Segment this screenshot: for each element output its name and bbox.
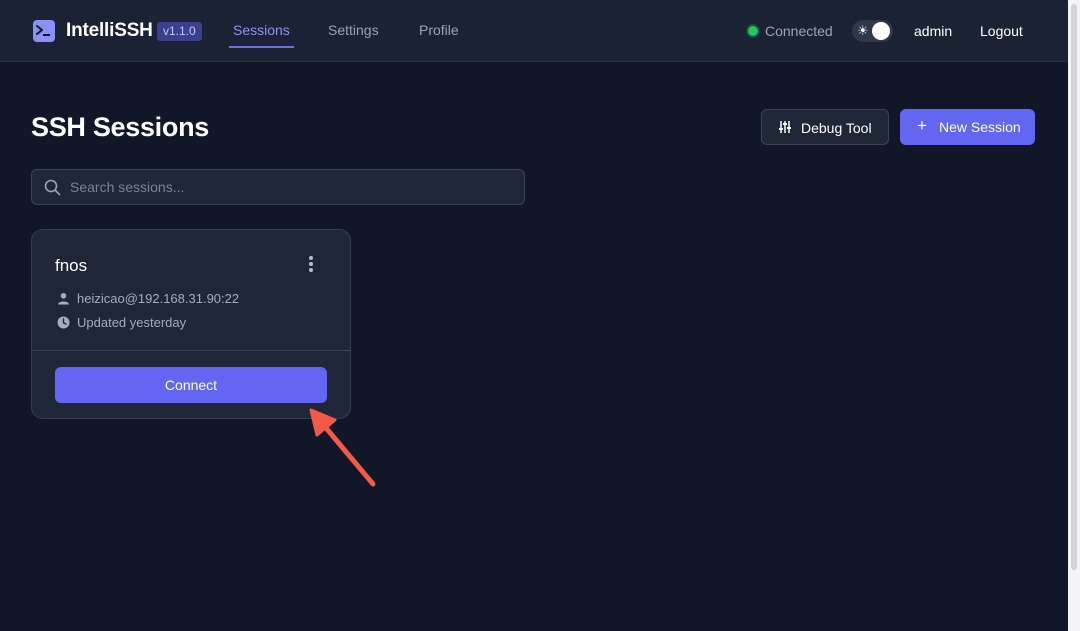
scrollbar-thumb[interactable]	[1071, 4, 1077, 570]
clock-icon	[57, 316, 70, 332]
app-window: IntelliSSH v1.1.0 Sessions Settings Prof…	[0, 0, 1068, 631]
terminal-icon	[33, 20, 55, 42]
card-divider	[32, 350, 350, 351]
page-title: SSH Sessions	[31, 112, 209, 142]
new-session-button[interactable]: + New Session	[900, 109, 1035, 145]
search-box[interactable]	[31, 169, 525, 205]
sliders-icon	[778, 120, 792, 137]
connection-status: Connected	[765, 23, 833, 39]
plus-icon: +	[917, 116, 927, 135]
more-options-icon[interactable]	[306, 256, 316, 274]
connection-status-dot	[748, 26, 758, 36]
brand-name[interactable]: IntelliSSH	[66, 20, 153, 42]
search-input[interactable]	[70, 170, 510, 204]
session-name: fnos	[55, 256, 88, 275]
version-badge: v1.1.0	[157, 22, 202, 41]
nav-profile[interactable]: Profile	[419, 22, 459, 38]
logout-button[interactable]: Logout	[980, 23, 1023, 39]
annotation-arrow	[309, 408, 376, 487]
session-updated: Updated yesterday	[77, 315, 187, 330]
connect-button[interactable]: Connect	[55, 367, 327, 403]
nav-sessions[interactable]: Sessions	[233, 22, 290, 38]
nav-settings[interactable]: Settings	[328, 22, 379, 38]
debug-tool-button[interactable]: Debug Tool	[761, 109, 889, 145]
user-icon	[57, 292, 70, 308]
toggle-knob	[872, 22, 890, 40]
session-host: heizicao@192.168.31.90:22	[77, 291, 240, 306]
username: admin	[914, 23, 953, 39]
nav-active-indicator	[229, 46, 294, 48]
debug-tool-label: Debug Tool	[801, 120, 872, 136]
search-icon	[44, 179, 61, 201]
theme-toggle[interactable]: ☀	[852, 20, 893, 42]
session-card: fnos heizicao@192.168.31.90:22 Updated y…	[31, 229, 351, 419]
new-session-label: New Session	[939, 119, 1021, 135]
sun-icon: ☀	[857, 23, 869, 38]
top-navbar: IntelliSSH v1.1.0 Sessions Settings Prof…	[0, 0, 1068, 62]
